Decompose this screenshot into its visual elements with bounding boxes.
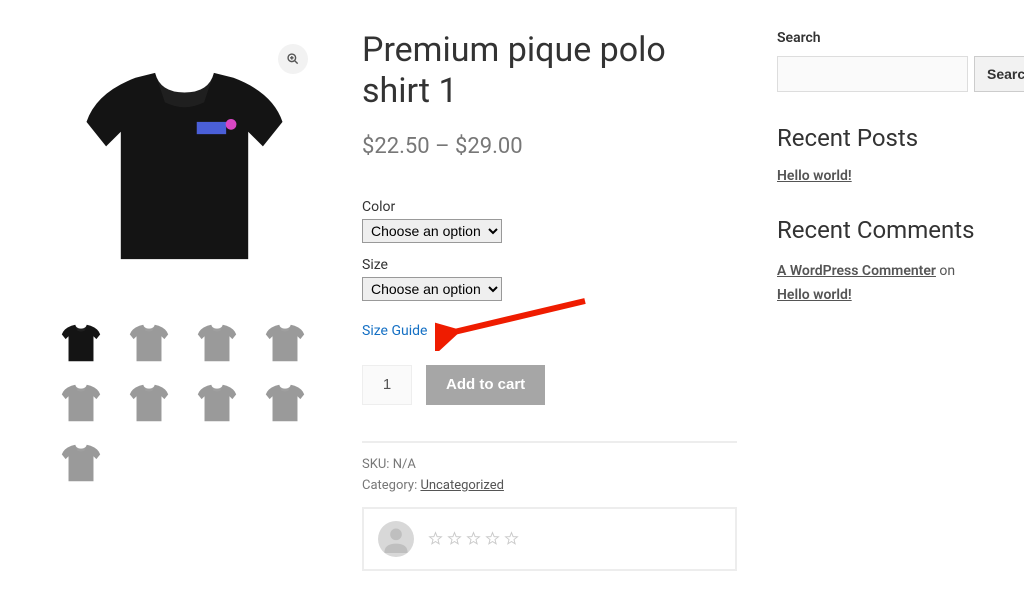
comment-on-text: on <box>936 263 955 279</box>
variation-size-label: Size <box>362 257 737 273</box>
gallery-main-image[interactable] <box>47 30 322 305</box>
thumbnail[interactable] <box>115 373 183 433</box>
star-icon <box>428 531 443 546</box>
gallery-thumbnails <box>47 313 322 493</box>
comment-author-link[interactable]: A WordPress Commenter <box>777 263 936 279</box>
recent-posts-heading: Recent Posts <box>777 124 977 152</box>
annotation-arrow-icon <box>435 315 737 347</box>
variation-color-label: Color <box>362 199 737 215</box>
sku-value: N/A <box>393 457 416 472</box>
sku-line: SKU: N/A <box>362 457 737 472</box>
product-summary: Premium pique polo shirt 1 $22.50 – $29.… <box>362 30 737 571</box>
zoom-icon[interactable] <box>278 44 308 74</box>
thumbnail[interactable] <box>47 313 115 373</box>
search-button[interactable]: Search <box>974 56 1024 92</box>
star-icon <box>447 531 462 546</box>
category-label: Category: <box>362 478 417 493</box>
product-image-main <box>62 36 307 300</box>
thumbnail[interactable] <box>47 433 115 493</box>
product-gallery <box>47 30 322 571</box>
star-icon <box>485 531 500 546</box>
add-to-cart-button[interactable]: Add to cart <box>426 365 545 405</box>
category-link[interactable]: Uncategorized <box>420 478 503 493</box>
comment-post-link[interactable]: Hello world! <box>777 287 852 303</box>
review-placeholder <box>362 507 737 571</box>
search-heading: Search <box>777 30 977 46</box>
search-input[interactable] <box>777 56 968 92</box>
avatar-icon <box>378 521 414 557</box>
thumbnail[interactable] <box>183 373 251 433</box>
star-icon <box>466 531 481 546</box>
star-rating[interactable] <box>428 531 519 546</box>
category-line: Category: Uncategorized <box>362 478 737 493</box>
thumbnail[interactable] <box>251 373 319 433</box>
divider <box>362 441 737 443</box>
product-title: Premium pique polo shirt 1 <box>362 30 737 112</box>
variation-color-select[interactable]: Choose an option <box>362 219 502 243</box>
sidebar: Search Search Recent Posts Hello world! … <box>777 30 977 571</box>
star-icon <box>504 531 519 546</box>
quantity-input[interactable] <box>362 365 412 405</box>
thumbnail[interactable] <box>47 373 115 433</box>
size-guide-link[interactable]: Size Guide <box>362 323 427 339</box>
product-price: $22.50 – $29.00 <box>362 134 737 159</box>
sku-label: SKU: <box>362 457 389 472</box>
recent-post-link[interactable]: Hello world! <box>777 168 852 184</box>
thumbnail[interactable] <box>251 313 319 373</box>
thumbnail[interactable] <box>183 313 251 373</box>
thumbnail[interactable] <box>115 313 183 373</box>
recent-comments-heading: Recent Comments <box>777 216 977 244</box>
